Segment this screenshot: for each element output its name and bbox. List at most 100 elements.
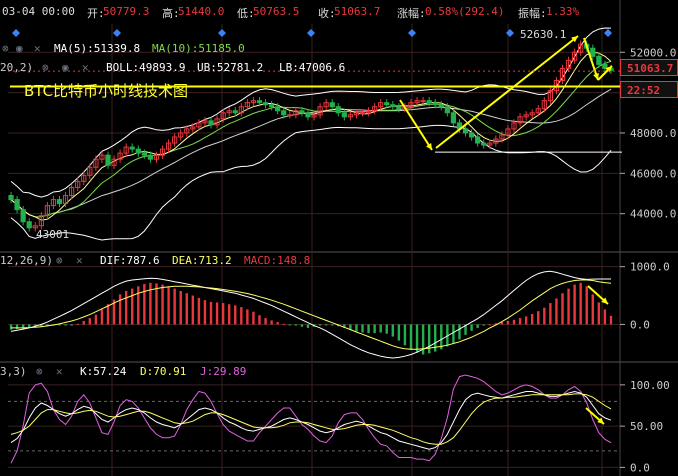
macd-bar bbox=[58, 324, 61, 326]
close-icon[interactable]: ✕ bbox=[34, 42, 41, 55]
candle bbox=[256, 100, 263, 104]
y-tick-label: 48000.0 bbox=[630, 127, 676, 140]
macd-bar bbox=[324, 324, 328, 326]
macd-bar bbox=[288, 324, 291, 326]
date-marker-icon bbox=[12, 29, 20, 37]
candle bbox=[208, 120, 214, 126]
candle bbox=[432, 102, 438, 106]
macd-bar bbox=[549, 303, 552, 325]
candle bbox=[56, 199, 63, 205]
date-marker-icon bbox=[408, 29, 416, 37]
macd-bar bbox=[567, 288, 570, 325]
macd-bar bbox=[591, 294, 594, 325]
close-icon[interactable]: ✕ bbox=[76, 254, 83, 267]
candle bbox=[287, 114, 293, 117]
candle bbox=[141, 152, 147, 156]
dea-value: DEA:713.2 bbox=[172, 254, 232, 267]
ma5-value: MA(5):51339.8 bbox=[54, 42, 141, 55]
candle bbox=[450, 112, 457, 124]
y-tick-label: 1000.0 bbox=[630, 261, 670, 274]
macd-bar bbox=[488, 324, 491, 326]
candle bbox=[426, 100, 432, 104]
macd-bar bbox=[361, 324, 364, 333]
macd-bar bbox=[597, 302, 601, 325]
candle bbox=[420, 100, 426, 103]
candle bbox=[590, 47, 596, 57]
k-value: K:57.24 bbox=[80, 365, 127, 378]
macd-bar bbox=[512, 319, 516, 325]
amp-value: 1.33% bbox=[546, 5, 580, 18]
macd-bar bbox=[143, 284, 146, 325]
candle bbox=[341, 112, 347, 118]
macd-bar bbox=[403, 324, 407, 346]
lb-value: LB:47006.6 bbox=[279, 61, 346, 74]
candle bbox=[232, 110, 238, 114]
candle bbox=[20, 209, 26, 223]
macd-bar bbox=[282, 323, 285, 325]
settings-icon[interactable]: ⊗ bbox=[42, 61, 49, 74]
macd-bar bbox=[331, 324, 334, 326]
y-tick-label: 44000.0 bbox=[630, 208, 676, 221]
chart-annotation-title: BTC比特币小时线技术图 bbox=[24, 82, 189, 100]
candle bbox=[384, 102, 390, 106]
macd-bar bbox=[506, 320, 510, 325]
macd-bar bbox=[124, 290, 128, 325]
macd-bar bbox=[203, 300, 207, 325]
macd-bar bbox=[585, 286, 588, 325]
candle bbox=[26, 221, 32, 229]
y-tick-label: 52000.0 bbox=[630, 46, 676, 59]
macd-bar bbox=[427, 324, 431, 354]
settings-icon[interactable]: ⊗ bbox=[36, 365, 43, 378]
settings-icon[interactable]: ⊗ bbox=[56, 254, 63, 267]
macd-bar bbox=[246, 309, 249, 325]
macd-bar bbox=[88, 318, 92, 325]
macd-bar bbox=[573, 284, 576, 325]
macd-bar bbox=[227, 304, 231, 325]
low-value: 50763.5 bbox=[253, 5, 300, 18]
header-date: 03-04 00:00 bbox=[2, 5, 75, 18]
macd-bar bbox=[276, 322, 279, 325]
macd-bar bbox=[264, 318, 267, 325]
macd-bar bbox=[373, 324, 376, 334]
macd-bar bbox=[106, 304, 110, 325]
macd-bar bbox=[197, 297, 201, 325]
low-label: 低: bbox=[237, 7, 255, 20]
macd-bar bbox=[270, 320, 273, 325]
macd-bar bbox=[294, 324, 298, 326]
macd-bar bbox=[252, 311, 255, 325]
macd-bar bbox=[64, 324, 67, 326]
macd-bar bbox=[518, 318, 522, 325]
macd-bar bbox=[385, 324, 388, 334]
macd-bar bbox=[221, 303, 225, 325]
close-icon[interactable]: ✕ bbox=[56, 365, 63, 378]
macd-bar bbox=[537, 311, 540, 325]
date-marker-icon bbox=[113, 29, 121, 37]
macd-bar bbox=[131, 288, 134, 325]
macd-bar bbox=[415, 324, 419, 353]
high-marker: 52630.1 bbox=[520, 28, 567, 41]
settings-icon[interactable]: ⊗ bbox=[2, 42, 9, 55]
macd-bar bbox=[149, 282, 152, 325]
close-icon[interactable]: ✕ bbox=[82, 61, 89, 74]
macd-bar bbox=[167, 286, 170, 325]
macd-value: MACD:148.8 bbox=[244, 254, 311, 267]
eye-icon[interactable]: ◉ bbox=[62, 61, 69, 74]
y-tick-label: 46000.0 bbox=[630, 167, 676, 180]
eye-icon[interactable]: ◉ bbox=[16, 42, 23, 55]
ma10-value: MA(10):51185.0 bbox=[152, 42, 245, 55]
candle bbox=[299, 110, 305, 114]
macd-param: 12,26,9) bbox=[0, 254, 53, 267]
date-marker-icon bbox=[307, 29, 315, 37]
open-value: 50779.3 bbox=[103, 5, 150, 18]
candle bbox=[105, 154, 111, 166]
boll-value: BOLL:49893.9 bbox=[106, 61, 186, 74]
macd-bar bbox=[367, 324, 370, 334]
macd-bar bbox=[524, 316, 528, 325]
candle bbox=[602, 63, 608, 69]
candle bbox=[8, 195, 14, 201]
ohlc-header: 03-04 00:00 开: 50779.3 高: 51440.0 低: 507… bbox=[0, 0, 678, 22]
dif-value: DIF:787.6 bbox=[100, 254, 160, 267]
macd-bar bbox=[476, 324, 479, 328]
macd-bar bbox=[9, 324, 13, 330]
trend-arrow-pullback bbox=[583, 37, 599, 81]
